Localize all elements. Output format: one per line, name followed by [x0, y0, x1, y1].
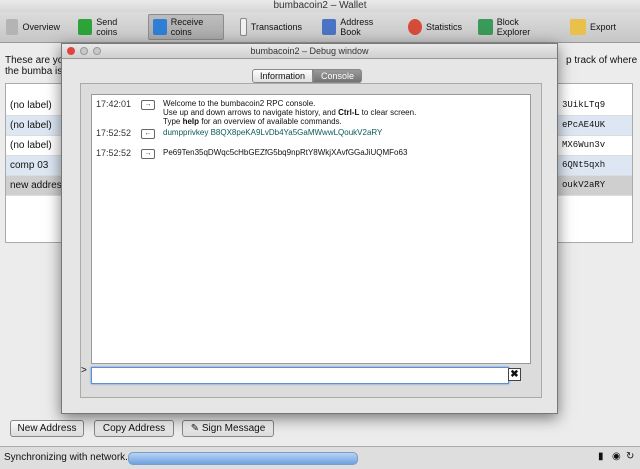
sign-message-button[interactable]: ✎ Sign Message [182, 420, 274, 437]
address-label: (no label) [10, 140, 52, 151]
sync-progress-bar [128, 452, 358, 465]
reply-arrow-icon: → [141, 100, 155, 110]
reply-arrow-icon: → [141, 149, 155, 159]
zoom-window-button[interactable] [93, 47, 101, 55]
toolbar-address-book-label: Address Book [340, 17, 374, 37]
transactions-icon [240, 18, 247, 36]
intro-line-1: These are yo [5, 55, 64, 66]
tab-information-label: Information [260, 71, 306, 81]
command-arrow-icon: ← [141, 129, 155, 139]
toolbar-export-label: Export [589, 22, 616, 32]
welcome-line-2-a: Use up and down arrows to navigate histo… [163, 108, 339, 117]
message-body: Welcome to the bumbacoin2 RPC console. U… [163, 99, 416, 126]
toolbar-statistics-button[interactable]: Statistics [404, 14, 466, 40]
welcome-line-3-b: help [182, 117, 200, 126]
address-label: (no label) [10, 120, 52, 131]
intro-line-2: the bumba is [5, 66, 63, 77]
message-time: 17:52:52 [96, 128, 132, 138]
lock-icon: ◉ [612, 451, 621, 462]
debug-title: bumbacoin2 – Debug window [250, 46, 369, 56]
message-body: dumpprivkey B8QX8peKA9LvDb4Ya5GaMWwwLQou… [163, 128, 383, 137]
status-text: Synchronizing with network... [4, 452, 134, 463]
clear-console-button[interactable]: ✖ [508, 368, 521, 381]
pen-icon: ✎ [190, 423, 200, 434]
address-label: (no label) [10, 100, 52, 111]
new-address-label: New Address [17, 423, 77, 434]
block-explorer-icon [478, 19, 493, 35]
toolbar-transactions-button[interactable]: Transactions [236, 14, 306, 40]
debug-window: bumbacoin2 – Debug window Information Co… [61, 43, 558, 414]
sync-icon: ↻ [626, 451, 635, 462]
status-bar: Synchronizing with network... ▮ ◉ ↻ [0, 446, 640, 469]
overview-icon [6, 19, 19, 35]
window-titlebar: bumbacoin2 – Wallet [0, 0, 640, 12]
toolbar-receive-coins-label: Receive coins [170, 17, 204, 37]
console-prompt: > [81, 365, 87, 376]
tab-information[interactable]: Information [252, 69, 314, 83]
window-title: bumbacoin2 – Wallet [273, 0, 367, 11]
receive-coins-icon [153, 19, 167, 35]
toolbar-transactions-label: Transactions [250, 22, 302, 32]
statistics-icon [408, 19, 422, 35]
console-output[interactable]: 17:42:01 → Welcome to the bumbacoin2 RPC… [91, 94, 531, 364]
tab-console-label: Console [321, 71, 355, 81]
message-time: 17:42:01 [96, 99, 132, 109]
toolbar-send-coins-button[interactable]: Send coins [74, 14, 140, 40]
toolbar-address-book-button[interactable]: Address Book [318, 14, 394, 40]
send-coins-icon [78, 19, 93, 35]
clear-icon: ✖ [510, 369, 519, 380]
signal-icon: ▮ [598, 451, 604, 462]
toolbar-send-coins-label: Send coins [96, 17, 118, 37]
toolbar-block-explorer-label: Block Explorer [496, 17, 531, 37]
address-value: ePcAE4UK [562, 120, 606, 130]
address-book-icon [322, 19, 337, 35]
welcome-line-3-c: for an overview of available commands. [199, 117, 342, 126]
address-label: new address [10, 180, 67, 191]
export-icon [570, 19, 586, 35]
welcome-line-3: Type help for an overview of available c… [163, 117, 416, 126]
debug-titlebar: bumbacoin2 – Debug window [62, 44, 557, 59]
minimize-window-button[interactable] [80, 47, 88, 55]
main-toolbar: Overview Send coins Receive coins Transa… [0, 12, 640, 43]
console-input[interactable] [91, 367, 509, 384]
address-value: 3UikLTq9 [562, 100, 606, 110]
message-time: 17:52:52 [96, 148, 132, 158]
welcome-line-2: Use up and down arrows to navigate histo… [163, 108, 416, 117]
intro-text: These are yo the bumba is [5, 55, 63, 77]
address-value: oukV2aRY [562, 180, 606, 190]
welcome-line-1: Welcome to the bumbacoin2 RPC console. [163, 99, 316, 108]
welcome-line-2-c: to clear screen. [359, 108, 417, 117]
address-label: comp 03 [10, 160, 49, 171]
close-window-button[interactable] [67, 47, 75, 55]
debug-tabs: Information Console [252, 69, 363, 83]
address-value: MX6Wun3v [562, 140, 606, 150]
console-panel: 17:42:01 → Welcome to the bumbacoin2 RPC… [80, 83, 542, 398]
message-body: Pe69Ten35qDWqc5cHbGEZfG5bq9npRtY8WkjXAvf… [163, 148, 408, 157]
toolbar-overview-label: Overview [22, 22, 60, 32]
sign-message-label: Sign Message [201, 423, 266, 434]
welcome-line-3-a: Type [163, 117, 183, 126]
toolbar-export-button[interactable]: Export [566, 14, 620, 40]
welcome-line-2-b: Ctrl-L [338, 108, 360, 117]
toolbar-overview-button[interactable]: Overview [2, 14, 64, 40]
intro-text-right: p track of where [566, 55, 638, 66]
copy-address-button[interactable]: Copy Address [94, 420, 174, 437]
new-address-button[interactable]: New Address [10, 420, 84, 437]
toolbar-block-explorer-button[interactable]: Block Explorer [474, 14, 554, 40]
copy-address-label: Copy Address [102, 423, 166, 434]
toolbar-receive-coins-button[interactable]: Receive coins [148, 14, 224, 40]
tab-console[interactable]: Console [313, 69, 363, 83]
toolbar-statistics-label: Statistics [425, 22, 462, 32]
address-value: 6QNt5qxh [562, 160, 606, 170]
